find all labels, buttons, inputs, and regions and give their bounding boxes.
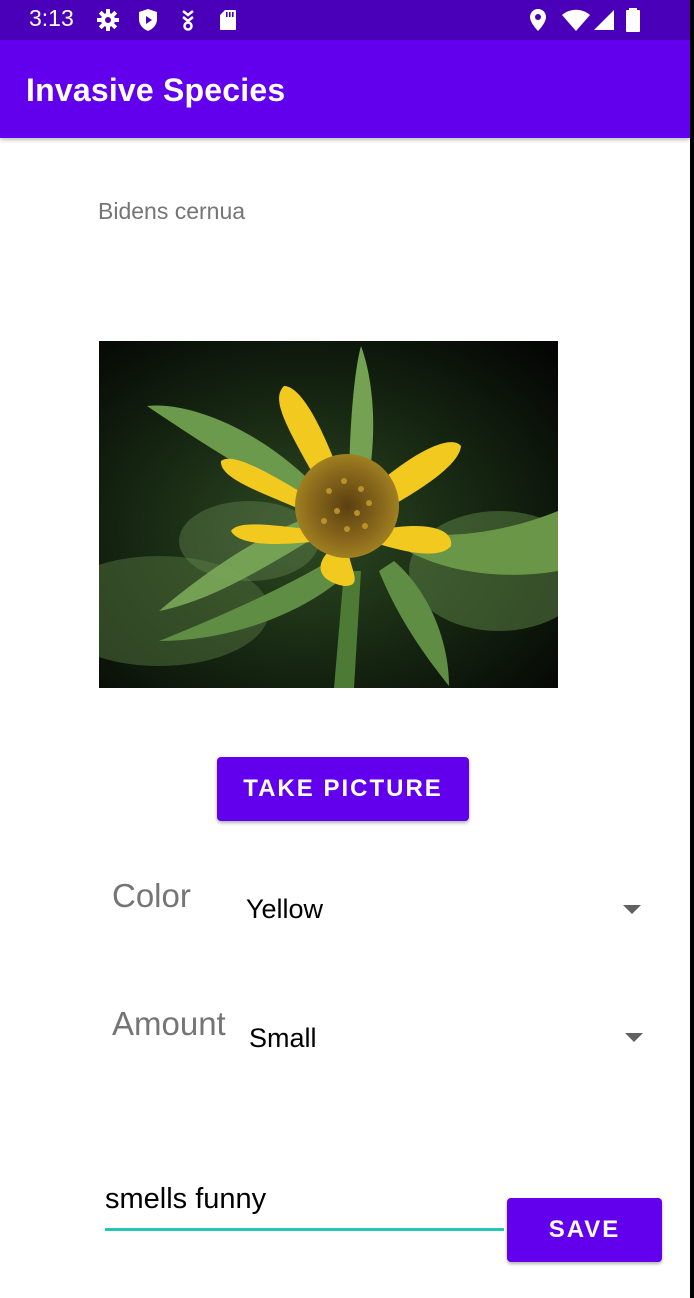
app-title: Invasive Species bbox=[26, 72, 286, 108]
species-photo bbox=[99, 341, 558, 688]
status-bar: 3:13 bbox=[0, 0, 694, 40]
dropdown-arrow-icon bbox=[623, 905, 641, 914]
save-button[interactable]: SAVE bbox=[507, 1198, 662, 1262]
amount-value: Small bbox=[249, 1023, 317, 1053]
status-time: 3:13 bbox=[29, 5, 74, 31]
color-label: Color bbox=[112, 877, 191, 914]
gear-icon bbox=[97, 9, 119, 31]
battery-icon bbox=[626, 8, 640, 32]
shield-play-icon bbox=[139, 9, 157, 31]
screen-edge bbox=[690, 0, 694, 1298]
amount-spinner[interactable]: Small bbox=[242, 1008, 654, 1068]
flower-image bbox=[99, 341, 558, 688]
color-value: Yellow bbox=[246, 894, 324, 924]
data-saver-icon bbox=[182, 10, 194, 31]
location-icon bbox=[530, 9, 546, 31]
dropdown-arrow-icon bbox=[625, 1033, 643, 1042]
color-spinner[interactable]: Yellow bbox=[240, 880, 652, 940]
sd-card-icon bbox=[220, 10, 236, 30]
app-bar: Invasive Species bbox=[0, 40, 690, 138]
wifi-icon bbox=[562, 9, 590, 31]
take-picture-button[interactable]: TAKE PICTURE bbox=[217, 757, 469, 821]
signal-icon bbox=[594, 10, 614, 30]
species-name: Bidens cernua bbox=[98, 198, 246, 224]
notes-input[interactable]: smells funny bbox=[105, 1176, 504, 1231]
amount-label: Amount bbox=[112, 1005, 226, 1042]
